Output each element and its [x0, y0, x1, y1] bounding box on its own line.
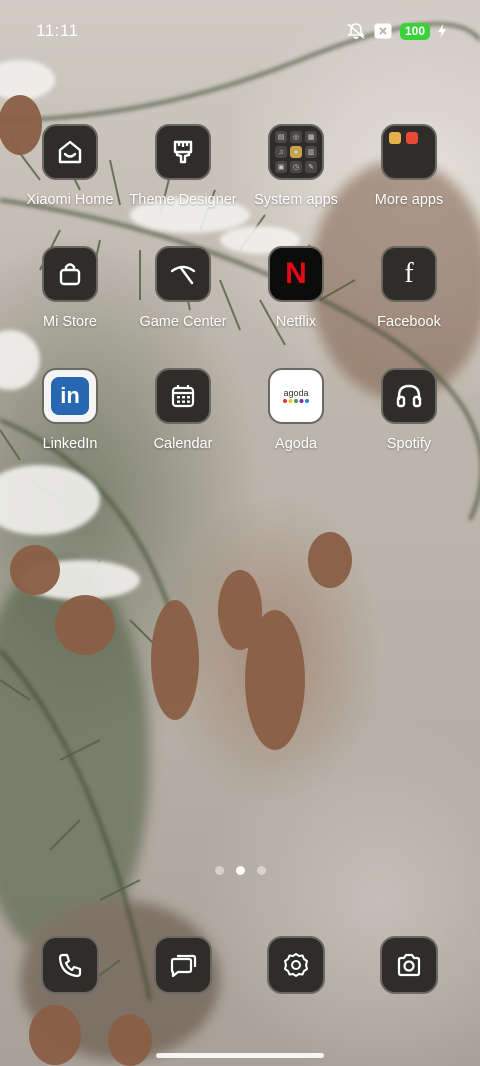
folder-icon — [381, 124, 437, 180]
facebook-icon: f — [381, 246, 437, 302]
home-indicator-bar[interactable] — [156, 1053, 324, 1058]
linkedin-logo-glyph: in — [51, 377, 89, 415]
app-label: Theme Designer — [129, 192, 237, 208]
app-label: More apps — [374, 192, 444, 208]
app-spotify[interactable]: Spotify — [353, 368, 465, 452]
charging-icon — [438, 24, 446, 38]
app-label: System apps — [254, 192, 338, 208]
linkedin-icon: in — [42, 368, 98, 424]
app-label: Facebook — [377, 314, 441, 330]
mute-icon — [346, 22, 366, 40]
dock-camera[interactable] — [380, 936, 438, 994]
battery-icon: 100 — [399, 22, 430, 40]
status-time: 11:11 — [36, 21, 79, 40]
folder-more-apps[interactable]: More apps — [353, 124, 465, 208]
status-icons: 100 — [346, 21, 446, 41]
app-label: Xiaomi Home — [26, 192, 114, 208]
dock-messages[interactable] — [154, 936, 212, 994]
app-theme-designer[interactable]: Theme Designer — [127, 124, 239, 208]
phone-icon — [41, 936, 99, 994]
status-bar: 11:11 100 — [0, 0, 480, 62]
page-indicator — [0, 866, 480, 875]
home-screen: 11:11 100 Xiaomi Home Theme Designer ▤ ◎… — [0, 0, 480, 1066]
folder-icon: ▤ ◎ ▦ ♫ ● ▥ ▣ ◷ ✎ — [268, 124, 324, 180]
theme-brush-icon — [155, 124, 211, 180]
game-center-icon — [155, 246, 211, 302]
dock-settings[interactable] — [267, 936, 325, 994]
page-dot-3[interactable] — [256, 866, 266, 875]
app-label: Netflix — [275, 314, 317, 330]
app-label: Agoda — [275, 436, 317, 452]
headphones-icon — [381, 368, 437, 424]
folder-system-apps[interactable]: ▤ ◎ ▦ ♫ ● ▥ ▣ ◷ ✎ System apps — [240, 124, 352, 208]
app-mi-store[interactable]: Mi Store — [14, 246, 126, 330]
app-linkedin[interactable]: in LinkedIn — [14, 368, 126, 452]
settings-gear-icon — [267, 936, 325, 994]
calendar-icon — [155, 368, 211, 424]
facebook-logo-glyph: f — [404, 258, 414, 289]
app-label: LinkedIn — [42, 436, 98, 452]
app-calendar[interactable]: Calendar — [127, 368, 239, 452]
app-netflix[interactable]: N Netflix — [240, 246, 352, 330]
camera-icon — [380, 936, 438, 994]
app-label: Game Center — [139, 314, 227, 330]
messages-icon — [154, 936, 212, 994]
sim-x-icon — [374, 23, 392, 39]
netflix-icon: N — [268, 246, 324, 302]
agoda-icon: agoda — [268, 368, 324, 424]
app-xiaomi-home[interactable]: Xiaomi Home — [14, 124, 126, 208]
app-game-center[interactable]: Game Center — [127, 246, 239, 330]
dock-phone[interactable] — [41, 936, 99, 994]
app-label: Mi Store — [43, 314, 97, 330]
shopping-bag-icon — [42, 246, 98, 302]
agoda-logo-glyph: agoda — [283, 388, 309, 398]
xiaomi-home-icon — [42, 124, 98, 180]
page-dot-1[interactable] — [214, 866, 224, 875]
app-agoda[interactable]: agoda Agoda — [240, 368, 352, 452]
page-dot-2[interactable] — [235, 866, 245, 875]
netflix-logo-glyph: N — [285, 257, 307, 290]
app-label: Spotify — [386, 436, 432, 452]
app-facebook[interactable]: f Facebook — [353, 246, 465, 330]
app-label: Calendar — [153, 436, 213, 452]
